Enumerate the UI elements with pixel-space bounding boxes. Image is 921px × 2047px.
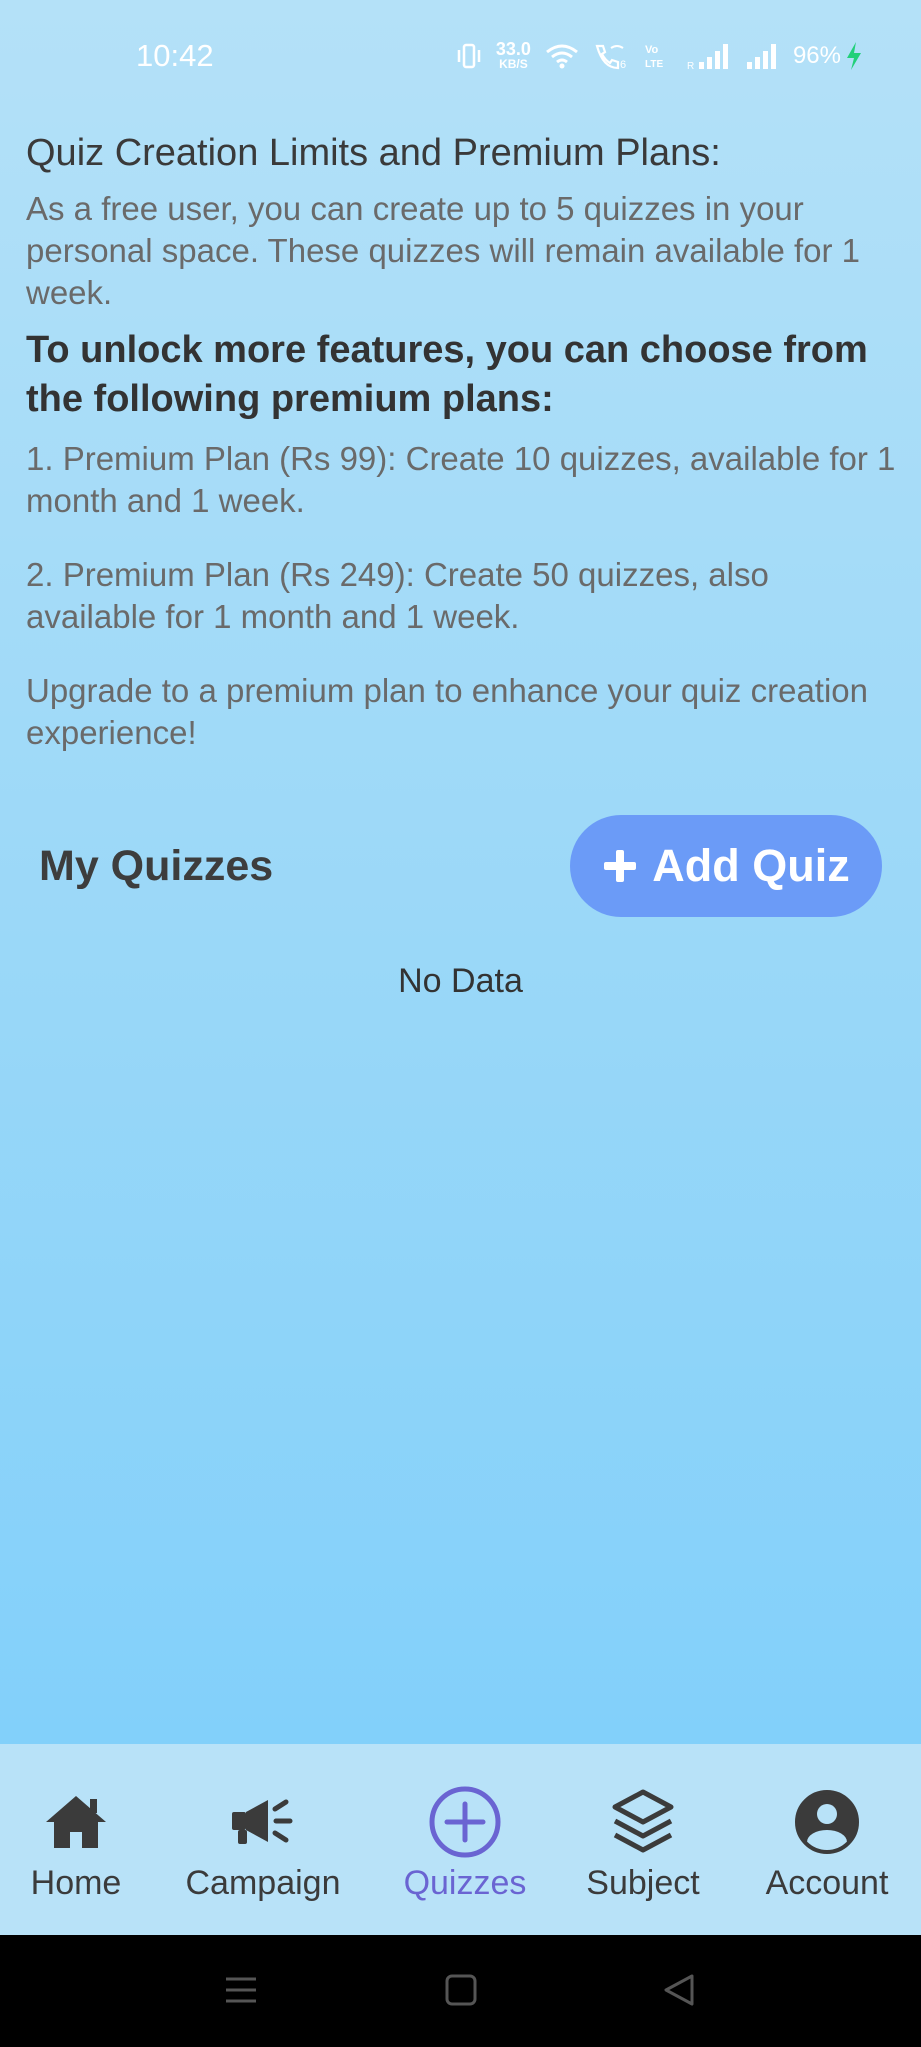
unlock-title: To unlock more features, you can choose … xyxy=(26,329,868,420)
status-bar: 10:42 33.0 KB/S 6 Vo LTE R 96% xyxy=(0,0,921,118)
back-icon[interactable] xyxy=(662,1973,696,2012)
system-navigation-bar xyxy=(0,1935,921,2047)
plan-2-text: 2. Premium Plan (Rs 249): Create 50 quiz… xyxy=(26,556,769,635)
nav-item-account[interactable]: Account xyxy=(757,1744,897,1935)
upgrade-text: Upgrade to a premium plan to enhance you… xyxy=(26,672,868,751)
svg-text:6: 6 xyxy=(620,59,626,70)
free-user-text: As a free user, you can create up to 5 q… xyxy=(26,190,860,311)
nav-item-subject[interactable]: Subject xyxy=(578,1744,708,1935)
charging-icon xyxy=(845,41,863,71)
nav-label-subject: Subject xyxy=(586,1864,700,1902)
quiz-info-section: Quiz Creation Limits and Premium Plans: … xyxy=(26,128,896,754)
nav-label-account: Account xyxy=(765,1864,889,1902)
add-quiz-button[interactable]: Add Quiz xyxy=(570,815,882,917)
net-speed: 33.0 KB/S xyxy=(496,40,531,71)
wifi-calling-icon: 6 xyxy=(593,42,629,70)
status-time: 10:42 xyxy=(136,38,214,73)
nav-label-campaign: Campaign xyxy=(185,1864,341,1902)
megaphone-icon xyxy=(230,1786,296,1858)
my-quizzes-title: My Quizzes xyxy=(39,842,274,890)
net-speed-unit: KB/S xyxy=(499,57,528,71)
nav-label-quizzes: Quizzes xyxy=(403,1864,527,1902)
plus-icon xyxy=(602,848,638,884)
svg-text:Vo: Vo xyxy=(645,44,659,56)
nav-label-home: Home xyxy=(30,1864,122,1902)
plan-1-text: 1. Premium Plan (Rs 99): Create 10 quizz… xyxy=(26,440,896,519)
home-icon xyxy=(43,1786,109,1858)
nav-item-quizzes[interactable]: Quizzes xyxy=(395,1744,535,1935)
signal-icon xyxy=(745,42,779,70)
account-circle-icon xyxy=(795,1786,859,1858)
battery-percent: 96% xyxy=(792,41,841,69)
add-circle-icon xyxy=(428,1786,502,1858)
vibrate-icon xyxy=(456,42,482,70)
volte-icon: Vo LTE xyxy=(643,42,673,70)
signal-icon: R xyxy=(687,42,731,70)
empty-state-text: No Data xyxy=(398,962,523,1000)
wifi-icon xyxy=(545,43,579,69)
svg-text:LTE: LTE xyxy=(645,59,663,70)
info-title: Quiz Creation Limits and Premium Plans: xyxy=(26,132,721,174)
bottom-navigation: Home Campaign Quizzes Subject Account xyxy=(0,1744,921,1935)
menu-icon[interactable] xyxy=(224,1973,258,2012)
add-quiz-label: Add Quiz xyxy=(652,840,850,891)
home-square-icon[interactable] xyxy=(444,1973,478,2012)
nav-item-campaign[interactable]: Campaign xyxy=(178,1744,348,1935)
svg-text:R: R xyxy=(687,61,694,70)
net-speed-value: 33.0 xyxy=(495,39,531,59)
status-icons: 33.0 KB/S 6 Vo LTE R 96% xyxy=(456,40,863,71)
nav-item-home[interactable]: Home xyxy=(16,1744,136,1935)
layers-icon xyxy=(611,1786,675,1858)
